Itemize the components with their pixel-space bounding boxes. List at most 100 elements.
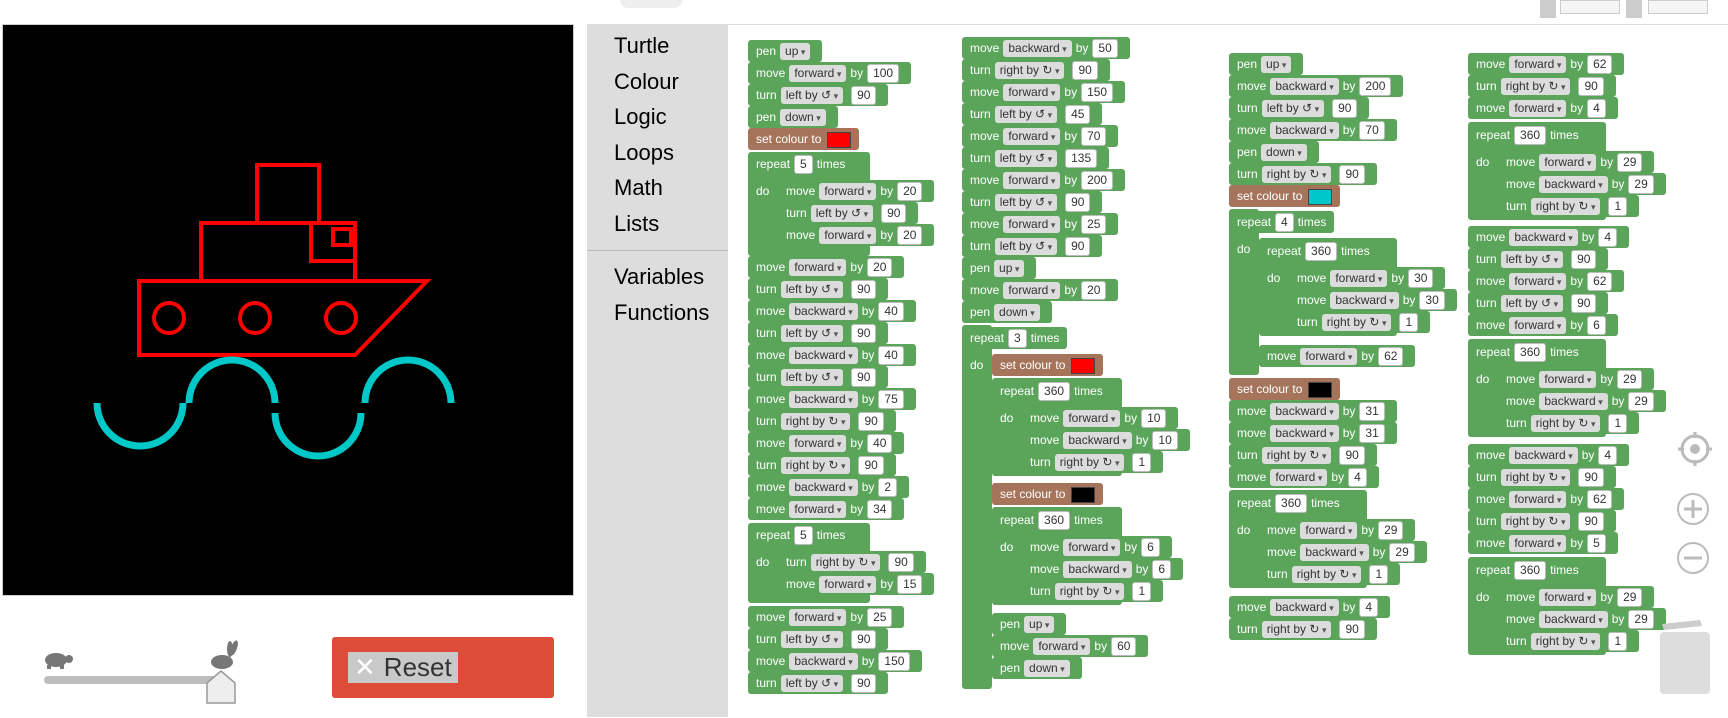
- move-block[interactable]: moveforwardby15: [778, 573, 935, 595]
- move-block[interactable]: moveforwardby62: [1259, 345, 1416, 367]
- move-block[interactable]: moveforwardby100: [748, 62, 912, 84]
- move-block[interactable]: moveforwardby25: [962, 213, 1119, 235]
- speed-slider[interactable]: [40, 640, 240, 704]
- move-block[interactable]: moveforwardby4: [1468, 97, 1618, 119]
- pen-block[interactable]: pen down: [748, 106, 838, 128]
- move-block[interactable]: movebackwardby50: [962, 37, 1130, 59]
- zoom-out-icon[interactable]: [1676, 541, 1710, 575]
- turn-block[interactable]: turnleft by ↺45: [962, 103, 1103, 125]
- turn-block[interactable]: turnright by ↻90: [1229, 444, 1377, 466]
- move-block[interactable]: movebackwardby70: [1229, 119, 1397, 141]
- turn-block[interactable]: turnright by ↻1: [1498, 412, 1640, 434]
- move-block[interactable]: moveforwardby62: [1468, 53, 1625, 75]
- move-block[interactable]: movebackwardby200: [1229, 75, 1404, 97]
- move-block[interactable]: movebackwardby29: [1498, 608, 1666, 630]
- toolbox-category-lists[interactable]: Lists: [614, 211, 659, 237]
- turn-block[interactable]: turnleft by ↺90: [748, 628, 889, 650]
- pen-block[interactable]: pen up: [748, 40, 823, 62]
- move-block[interactable]: moveforwardby20: [748, 256, 905, 278]
- turn-block[interactable]: turnright by ↻1: [1498, 630, 1640, 652]
- turn-block[interactable]: turnleft by ↺90: [748, 672, 889, 694]
- move-block[interactable]: moveforwardby29: [1498, 586, 1655, 608]
- speed-thumb[interactable]: [206, 670, 236, 704]
- turn-block[interactable]: turnright by ↻90: [1229, 618, 1377, 640]
- turn-block[interactable]: turnleft by ↺90: [962, 191, 1103, 213]
- pen-block[interactable]: pen down: [992, 657, 1082, 679]
- set-colour-block[interactable]: set colour to: [748, 128, 860, 150]
- move-block[interactable]: moveforwardby6: [1468, 314, 1618, 336]
- set-colour-block[interactable]: set colour to: [992, 483, 1104, 505]
- turn-block[interactable]: turnright by ↻90: [748, 410, 896, 432]
- repeat-block[interactable]: [962, 325, 992, 689]
- move-block[interactable]: moveforwardby29: [1498, 368, 1655, 390]
- move-block[interactable]: movebackwardby29: [1498, 173, 1666, 195]
- move-block[interactable]: moveforwardby5: [1468, 532, 1618, 554]
- move-block[interactable]: movebackwardby4: [1229, 596, 1391, 618]
- reset-button[interactable]: ✕ Reset: [332, 637, 554, 698]
- move-block[interactable]: movebackwardby4: [1468, 444, 1630, 466]
- toolbox-category-functions[interactable]: Functions: [614, 300, 709, 326]
- move-block[interactable]: moveforwardby4: [1229, 466, 1379, 488]
- speed-track[interactable]: [44, 676, 224, 684]
- turn-block[interactable]: turnright by ↻90: [962, 59, 1110, 81]
- turn-block[interactable]: turnright by ↻90: [1468, 466, 1616, 488]
- turn-block[interactable]: turnleft by ↺90: [962, 235, 1103, 257]
- toolbox-category-loops[interactable]: Loops: [614, 140, 674, 166]
- turn-block[interactable]: turnleft by ↺90: [1468, 292, 1609, 314]
- move-block[interactable]: moveforwardby25: [748, 606, 905, 628]
- move-block[interactable]: movebackwardby40: [748, 344, 916, 366]
- top-toolbar-button[interactable]: [1560, 0, 1620, 14]
- move-block[interactable]: moveforwardby20: [962, 279, 1119, 301]
- move-block[interactable]: movebackwardby29: [1498, 390, 1666, 412]
- toolbox-category-turtle[interactable]: Turtle: [614, 33, 669, 59]
- turn-block[interactable]: turnleft by ↺90: [748, 366, 889, 388]
- pen-block[interactable]: pen up: [992, 613, 1067, 635]
- crosshair-icon[interactable]: [1678, 432, 1712, 466]
- move-block[interactable]: moveforwardby70: [962, 125, 1119, 147]
- turn-block[interactable]: turnleft by ↺90: [1468, 248, 1609, 270]
- move-block[interactable]: moveforwardby29: [1498, 151, 1655, 173]
- turn-block[interactable]: turnright by ↻90: [1229, 163, 1377, 185]
- toolbox-category-math[interactable]: Math: [614, 175, 663, 201]
- move-block[interactable]: moveforwardby40: [748, 432, 905, 454]
- move-block[interactable]: movebackwardby75: [748, 388, 916, 410]
- move-block[interactable]: moveforwardby30: [1289, 267, 1446, 289]
- move-block[interactable]: moveforwardby20: [778, 224, 935, 246]
- turn-block[interactable]: turnright by ↻1: [1498, 195, 1640, 217]
- move-block[interactable]: movebackwardby31: [1229, 400, 1397, 422]
- move-block[interactable]: moveforwardby34: [748, 498, 905, 520]
- turn-block[interactable]: turnright by ↻1: [1022, 451, 1164, 473]
- pen-block[interactable]: pen up: [1229, 53, 1304, 75]
- pen-block[interactable]: pen down: [1229, 141, 1319, 163]
- turn-block[interactable]: turnright by ↻90: [1468, 75, 1616, 97]
- move-block[interactable]: movebackwardby30: [1289, 289, 1457, 311]
- set-colour-block[interactable]: set colour to: [992, 354, 1104, 376]
- zoom-in-icon[interactable]: [1676, 492, 1710, 526]
- toolbox-category-colour[interactable]: Colour: [614, 69, 679, 95]
- turn-block[interactable]: turnright by ↻90: [1468, 510, 1616, 532]
- move-block[interactable]: movebackwardby150: [748, 650, 923, 672]
- toolbox-category-logic[interactable]: Logic: [614, 104, 667, 130]
- move-block[interactable]: moveforwardby10: [1022, 407, 1179, 429]
- move-block[interactable]: movebackwardby4: [1468, 226, 1630, 248]
- trash-icon[interactable]: [1656, 616, 1714, 696]
- turn-block[interactable]: turnright by ↻1: [1289, 311, 1431, 333]
- turn-block[interactable]: turnright by ↻1: [1259, 563, 1401, 585]
- turn-block[interactable]: turnleft by ↺90: [748, 278, 889, 300]
- turn-block[interactable]: turnleft by ↺135: [962, 147, 1110, 169]
- pen-block[interactable]: pen up: [962, 257, 1037, 279]
- move-block[interactable]: moveforwardby6: [1022, 536, 1172, 558]
- set-colour-block[interactable]: set colour to: [1229, 185, 1341, 207]
- move-block[interactable]: moveforwardby200: [962, 169, 1126, 191]
- turn-block[interactable]: turnleft by ↺90: [778, 202, 919, 224]
- move-block[interactable]: moveforwardby62: [1468, 270, 1625, 292]
- move-block[interactable]: moveforwardby60: [992, 635, 1149, 657]
- repeat-block[interactable]: [1229, 209, 1259, 375]
- turn-block[interactable]: turnleft by ↺90: [748, 84, 889, 106]
- move-block[interactable]: movebackwardby10: [1022, 429, 1190, 451]
- move-block[interactable]: movebackwardby2: [748, 476, 910, 498]
- move-block[interactable]: moveforwardby20: [778, 180, 935, 202]
- turn-block[interactable]: turnright by ↻90: [748, 454, 896, 476]
- turn-block[interactable]: turnright by ↻90: [778, 551, 926, 573]
- move-block[interactable]: moveforwardby29: [1259, 519, 1416, 541]
